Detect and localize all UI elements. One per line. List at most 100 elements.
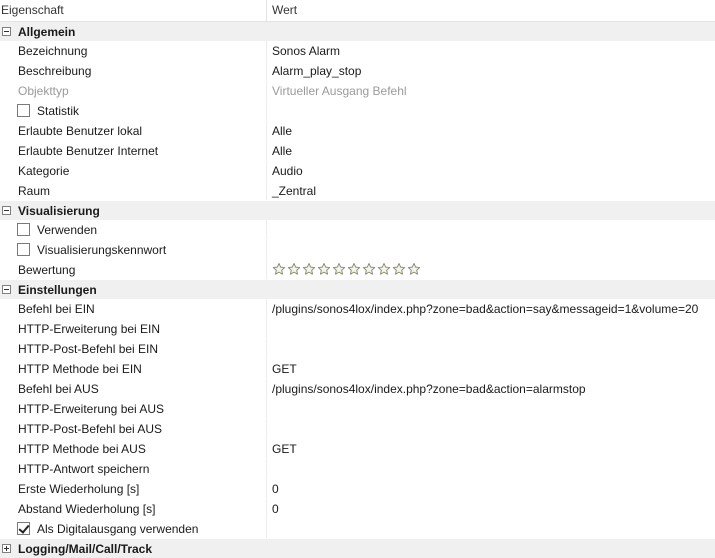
property-row-visualisierungskennwort[interactable]: Visualisierungskennwort <box>0 240 715 260</box>
property-name-cell: HTTP-Post-Befehl bei AUS <box>0 419 267 438</box>
category-row-visualisierung[interactable]: Visualisierung <box>0 201 715 220</box>
property-value-cell[interactable] <box>267 319 715 338</box>
star-icon[interactable] <box>362 262 377 277</box>
property-row-objekttyp[interactable]: Objekttyp Virtueller Ausgang Befehl <box>0 81 715 101</box>
checkbox[interactable] <box>17 104 30 117</box>
property-value-cell[interactable]: _Zentral <box>267 181 715 200</box>
property-label: HTTP-Erweiterung bei AUS <box>18 401 165 416</box>
property-label: Kategorie <box>18 163 70 178</box>
property-row-erste-wiederholung-s[interactable]: Erste Wiederholung [s] 0 <box>0 479 715 499</box>
star-icon[interactable] <box>317 262 332 277</box>
grid-body: Allgemein Bezeichnung Sonos Alarm Beschreib… <box>0 22 715 558</box>
property-name-cell: HTTP Methode bei EIN <box>0 359 267 378</box>
property-value-cell[interactable]: Audio <box>267 161 715 180</box>
property-row-http-antwort-speichern[interactable]: HTTP-Antwort speichern <box>0 459 715 479</box>
property-value-cell[interactable] <box>267 339 715 358</box>
property-row-raum[interactable]: Raum _Zentral <box>0 181 715 201</box>
star-icon[interactable] <box>332 262 347 277</box>
category-row-allgemein[interactable]: Allgemein <box>0 22 715 41</box>
property-row-http-methode-bei-ein[interactable]: HTTP Methode bei EIN GET <box>0 359 715 379</box>
category-value-cell <box>267 539 715 558</box>
property-value-cell[interactable] <box>267 399 715 418</box>
collapse-icon[interactable] <box>2 285 11 294</box>
property-value-cell[interactable] <box>267 519 715 538</box>
property-label: Bezeichnung <box>18 43 88 58</box>
property-label: HTTP-Post-Befehl bei AUS <box>18 421 163 436</box>
property-value-cell[interactable]: GET <box>267 439 715 458</box>
property-value: Alarm_play_stop <box>272 63 362 78</box>
header-value[interactable]: Wert <box>267 0 715 21</box>
star-icon[interactable] <box>302 262 317 277</box>
checkbox[interactable] <box>17 223 30 236</box>
grid-header: Eigenschaft Wert <box>0 0 715 22</box>
property-value-cell[interactable] <box>267 260 715 279</box>
property-row-http-methode-bei-aus[interactable]: HTTP Methode bei AUS GET <box>0 439 715 459</box>
property-value-cell[interactable]: Alle <box>267 121 715 140</box>
property-name-cell: HTTP-Erweiterung bei EIN <box>0 319 267 338</box>
property-value: Sonos Alarm <box>272 43 341 58</box>
star-icon[interactable] <box>377 262 392 277</box>
property-row-bezeichnung[interactable]: Bezeichnung Sonos Alarm <box>0 41 715 61</box>
property-row-als-digitalausgang-verwenden[interactable]: Als Digitalausgang verwenden <box>0 519 715 539</box>
property-row-erlaubte-benutzer-lokal[interactable]: Erlaubte Benutzer lokal Alle <box>0 121 715 141</box>
rating-stars[interactable] <box>272 262 422 277</box>
property-row-verwenden[interactable]: Verwenden <box>0 220 715 240</box>
property-name-cell: Beschreibung <box>0 61 267 80</box>
star-icon[interactable] <box>392 262 407 277</box>
property-row-beschreibung[interactable]: Beschreibung Alarm_play_stop <box>0 61 715 81</box>
star-icon[interactable] <box>407 262 422 277</box>
header-property[interactable]: Eigenschaft <box>0 0 267 21</box>
property-value-cell[interactable]: GET <box>267 359 715 378</box>
property-name-cell: Statistik <box>0 101 267 120</box>
property-value-cell[interactable] <box>267 459 715 478</box>
property-value-cell[interactable] <box>267 240 715 259</box>
property-value-cell[interactable]: 0 <box>267 479 715 498</box>
property-label: Statistik <box>37 103 80 118</box>
property-row-http-erweiterung-bei-ein[interactable]: HTTP-Erweiterung bei EIN <box>0 319 715 339</box>
property-label: Objekttyp <box>18 83 69 98</box>
property-row-kategorie[interactable]: Kategorie Audio <box>0 161 715 181</box>
property-row-befehl-bei-ein[interactable]: Befehl bei EIN/plugins/sonos4lox/index.p… <box>0 299 715 319</box>
star-icon[interactable] <box>347 262 362 277</box>
property-label: Erlaubte Benutzer lokal <box>18 123 143 138</box>
property-row-erlaubte-benutzer-internet[interactable]: Erlaubte Benutzer Internet Alle <box>0 141 715 161</box>
property-name-cell: Bezeichnung <box>0 41 267 60</box>
property-value-cell[interactable] <box>267 101 715 120</box>
expand-icon[interactable] <box>2 544 11 553</box>
property-value-cell[interactable]: 0 <box>267 499 715 518</box>
star-icon[interactable] <box>272 262 287 277</box>
property-value-cell[interactable]: Sonos Alarm <box>267 41 715 60</box>
property-value-cell[interactable] <box>267 419 715 438</box>
property-row-http-erweiterung-bei-aus[interactable]: HTTP-Erweiterung bei AUS <box>0 399 715 419</box>
category-title: Visualisierung <box>18 203 100 218</box>
property-name-cell: HTTP Methode bei AUS <box>0 439 267 458</box>
property-value: Virtueller Ausgang Befehl <box>272 83 407 98</box>
property-row-http-post-befehl-bei-ein[interactable]: HTTP-Post-Befehl bei EIN <box>0 339 715 359</box>
property-label: HTTP-Post-Befehl bei EIN <box>18 341 159 356</box>
property-name-cell: Kategorie <box>0 161 267 180</box>
property-row-befehl-bei-aus[interactable]: Befehl bei AUS/plugins/sonos4lox/index.p… <box>0 379 715 399</box>
property-row-http-post-befehl-bei-aus[interactable]: HTTP-Post-Befehl bei AUS <box>0 419 715 439</box>
property-value-cell[interactable]: Alle <box>267 141 715 160</box>
property-value-cell[interactable]: /plugins/sonos4lox/index.php?zone=bad&ac… <box>267 379 715 398</box>
property-row-bewertung[interactable]: Bewertung <box>0 260 715 280</box>
star-icon[interactable] <box>287 262 302 277</box>
property-label: HTTP Methode bei AUS <box>18 441 146 456</box>
property-label: HTTP-Antwort speichern <box>18 461 150 476</box>
property-value: Audio <box>272 163 303 178</box>
property-value-cell: Virtueller Ausgang Befehl <box>267 81 715 100</box>
collapse-icon[interactable] <box>2 27 11 36</box>
category-row-logging-mail-call-track[interactable]: Logging/Mail/Call/Track <box>0 539 715 558</box>
checkbox[interactable] <box>17 243 30 256</box>
property-row-statistik[interactable]: Statistik <box>0 101 715 121</box>
property-value-cell[interactable]: Alarm_play_stop <box>267 61 715 80</box>
checkbox[interactable] <box>17 522 30 535</box>
category-row-einstellungen[interactable]: Einstellungen <box>0 280 715 299</box>
property-value-cell[interactable] <box>267 220 715 239</box>
property-label: Verwenden <box>37 222 98 237</box>
property-grid: Eigenschaft Wert Allgemein Bezeichnung Son… <box>0 0 715 558</box>
property-value-cell[interactable]: /plugins/sonos4lox/index.php?zone=bad&ac… <box>267 299 715 318</box>
collapse-icon[interactable] <box>2 206 11 215</box>
property-label: Erste Wiederholung [s] <box>18 481 140 496</box>
property-row-abstand-wiederholung-s[interactable]: Abstand Wiederholung [s] 0 <box>0 499 715 519</box>
